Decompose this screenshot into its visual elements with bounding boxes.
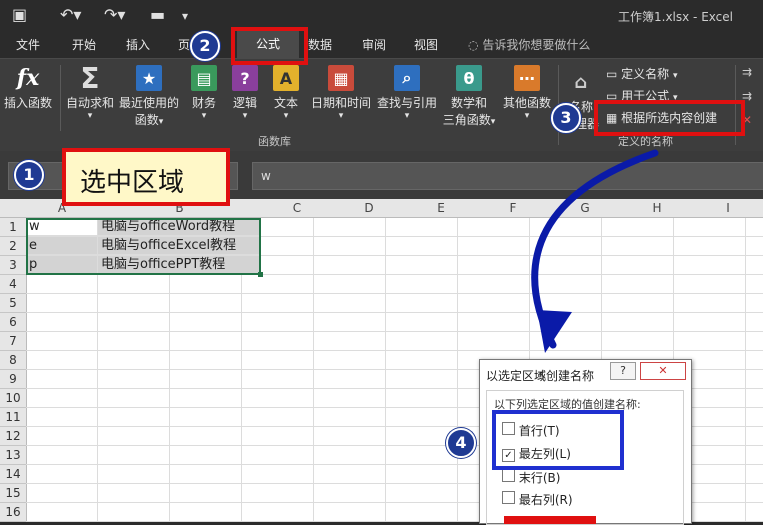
annotation-arrow: [531, 149, 659, 353]
